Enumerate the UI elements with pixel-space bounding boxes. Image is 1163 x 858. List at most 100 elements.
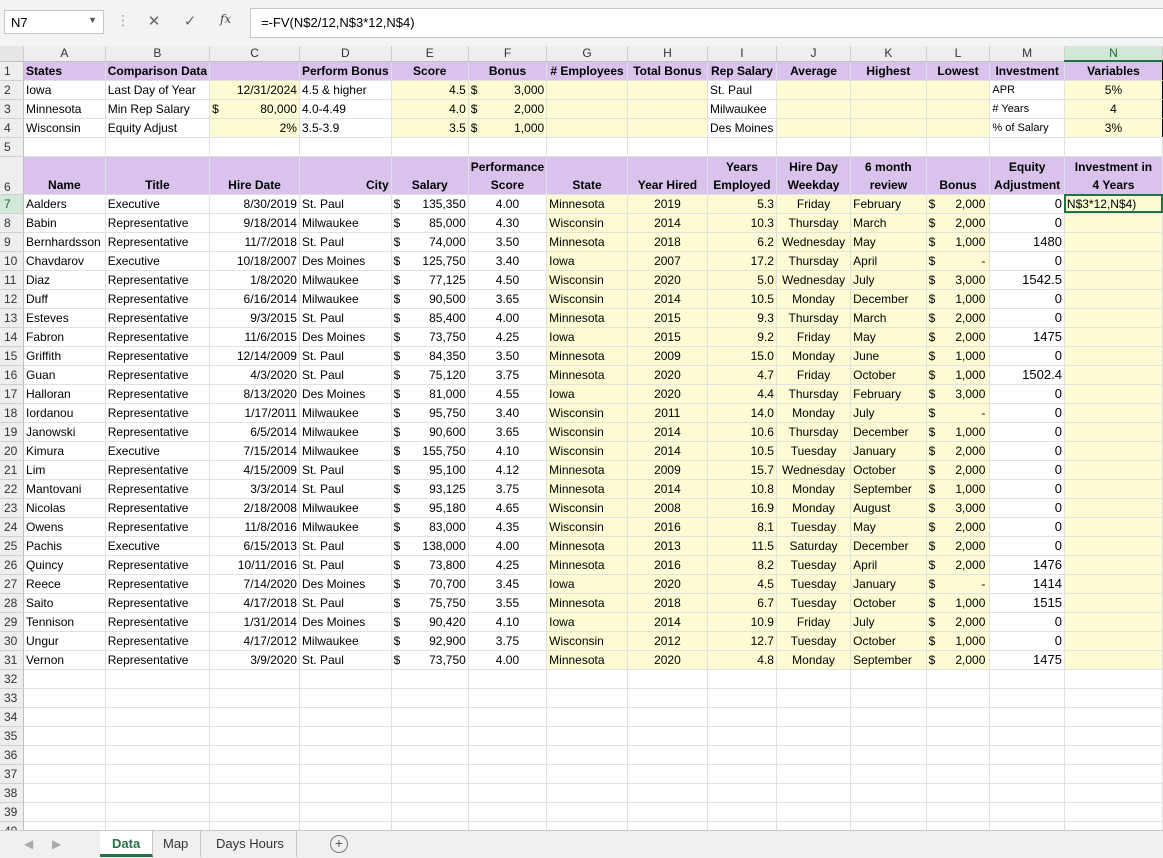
- cell-weekday[interactable]: Thursday: [776, 384, 852, 404]
- cell-hire-date[interactable]: 9/3/2015: [209, 308, 300, 328]
- cell-hire-date[interactable]: 1/31/2014: [209, 612, 300, 632]
- cell-years-employed[interactable]: 5.3: [707, 194, 777, 214]
- column-header-g[interactable]: G: [546, 46, 628, 62]
- cell-hire-date[interactable]: 8/30/2019: [209, 194, 300, 214]
- cell[interactable]: [1064, 821, 1163, 830]
- cell-year-hired[interactable]: 2009: [627, 346, 709, 366]
- cell-j4[interactable]: [776, 118, 852, 138]
- cell-equity-adjustment[interactable]: 0: [989, 441, 1065, 461]
- cell-title[interactable]: Executive: [105, 536, 211, 556]
- chevron-right-icon[interactable]: ▶: [52, 837, 61, 851]
- cell-years-employed[interactable]: 5.0: [707, 270, 777, 290]
- cell-score[interactable]: 4.00: [468, 194, 548, 214]
- cell[interactable]: [989, 137, 1065, 157]
- cell-c3[interactable]: $80,000: [209, 99, 300, 119]
- cell-investment[interactable]: N$3*12,N$4): [1064, 194, 1163, 214]
- cell-year-hired[interactable]: 2011: [627, 403, 709, 423]
- cell[interactable]: [391, 821, 469, 830]
- cell-investment[interactable]: [1064, 517, 1163, 537]
- cell-hire-date[interactable]: 7/15/2014: [209, 441, 300, 461]
- cell-weekday[interactable]: Tuesday: [776, 555, 852, 575]
- cell-b1[interactable]: Comparison Data: [104, 60, 211, 81]
- cell-years-employed[interactable]: 8.1: [707, 517, 777, 537]
- cell-g4[interactable]: [546, 118, 628, 138]
- cell-a2[interactable]: Iowa: [23, 80, 106, 100]
- row-header[interactable]: 28: [0, 593, 25, 613]
- cell-title[interactable]: Representative: [105, 555, 211, 575]
- cell-equity-adjustment[interactable]: 0: [989, 194, 1065, 214]
- cell[interactable]: [926, 783, 991, 803]
- cell-equity-adjustment[interactable]: 1502.4: [989, 365, 1065, 385]
- cell-state[interactable]: Wisconsin: [546, 270, 628, 290]
- function-icon[interactable]: fx: [220, 12, 231, 26]
- cell-salary[interactable]: $73,800: [391, 555, 469, 575]
- cell[interactable]: [546, 707, 628, 727]
- cell[interactable]: [105, 783, 211, 803]
- cell-salary[interactable]: $90,420: [391, 612, 469, 632]
- cell-c6[interactable]: Hire Date: [209, 156, 300, 195]
- cell-a3[interactable]: Minnesota: [23, 99, 106, 119]
- cell[interactable]: [546, 821, 628, 830]
- select-all-corner[interactable]: [0, 46, 25, 62]
- cell-j1[interactable]: Average: [776, 60, 852, 81]
- cell-bonus[interactable]: $2,000: [926, 308, 991, 328]
- cell-review[interactable]: October: [850, 593, 927, 613]
- cell[interactable]: [989, 821, 1065, 830]
- cell-e2[interactable]: 4.5: [391, 80, 469, 100]
- cell-city[interactable]: Des Moines: [299, 574, 392, 594]
- cell-score[interactable]: 4.25: [468, 555, 548, 575]
- cell-g3[interactable]: [546, 99, 628, 119]
- row-header[interactable]: 30: [0, 631, 25, 651]
- cell-score[interactable]: 4.00: [468, 536, 548, 556]
- cell-score[interactable]: 3.65: [468, 422, 548, 442]
- cell[interactable]: [707, 137, 777, 157]
- cell-weekday[interactable]: Thursday: [776, 422, 852, 442]
- cell[interactable]: [989, 688, 1065, 708]
- cell[interactable]: [707, 688, 777, 708]
- row-header[interactable]: 38: [0, 783, 25, 803]
- cell[interactable]: [707, 669, 777, 689]
- row-header[interactable]: 18: [0, 403, 25, 423]
- row-header[interactable]: 5: [0, 137, 25, 157]
- cell[interactable]: [468, 707, 548, 727]
- cell-l1[interactable]: Lowest: [926, 60, 991, 81]
- cell-score[interactable]: 3.75: [468, 365, 548, 385]
- cell-salary[interactable]: $90,500: [391, 289, 469, 309]
- cell[interactable]: [1064, 783, 1163, 803]
- cell-score[interactable]: 3.65: [468, 289, 548, 309]
- column-header-c[interactable]: C: [209, 46, 300, 62]
- cell[interactable]: [707, 802, 777, 822]
- cell[interactable]: [707, 707, 777, 727]
- cell-a4[interactable]: Wisconsin: [23, 118, 106, 138]
- cell-weekday[interactable]: Tuesday: [776, 574, 852, 594]
- cell-review[interactable]: September: [850, 479, 927, 499]
- cell[interactable]: [23, 821, 106, 830]
- cell[interactable]: [926, 688, 991, 708]
- cell[interactable]: [1064, 707, 1163, 727]
- row-header[interactable]: 7: [0, 194, 25, 214]
- cell-city[interactable]: Milwaukee: [299, 517, 392, 537]
- cell[interactable]: [850, 745, 927, 765]
- row-header[interactable]: 40: [0, 821, 25, 830]
- cell[interactable]: [627, 745, 709, 765]
- cell-year-hired[interactable]: 2014: [627, 479, 709, 499]
- cell-name[interactable]: Diaz: [23, 270, 106, 290]
- cell-score[interactable]: 4.55: [468, 384, 548, 404]
- cell-weekday[interactable]: Wednesday: [776, 270, 852, 290]
- cell-review[interactable]: May: [850, 327, 927, 347]
- cell-years-employed[interactable]: 10.8: [707, 479, 777, 499]
- cell-investment[interactable]: [1064, 422, 1163, 442]
- cell-investment[interactable]: [1064, 289, 1163, 309]
- cell-years-employed[interactable]: 6.2: [707, 232, 777, 252]
- cell[interactable]: [989, 764, 1065, 784]
- cell-state[interactable]: Wisconsin: [546, 498, 628, 518]
- cell-review[interactable]: August: [850, 498, 927, 518]
- cell[interactable]: [850, 137, 927, 157]
- cell[interactable]: [105, 669, 211, 689]
- cell-k4[interactable]: [850, 118, 927, 138]
- cell-title[interactable]: Representative: [105, 422, 211, 442]
- cell-score[interactable]: 3.50: [468, 346, 548, 366]
- cell-b2[interactable]: Last Day of Year: [104, 80, 211, 100]
- cell-name[interactable]: Bernhardsson: [23, 232, 106, 252]
- cell-d4[interactable]: 3.5-3.9: [298, 118, 392, 138]
